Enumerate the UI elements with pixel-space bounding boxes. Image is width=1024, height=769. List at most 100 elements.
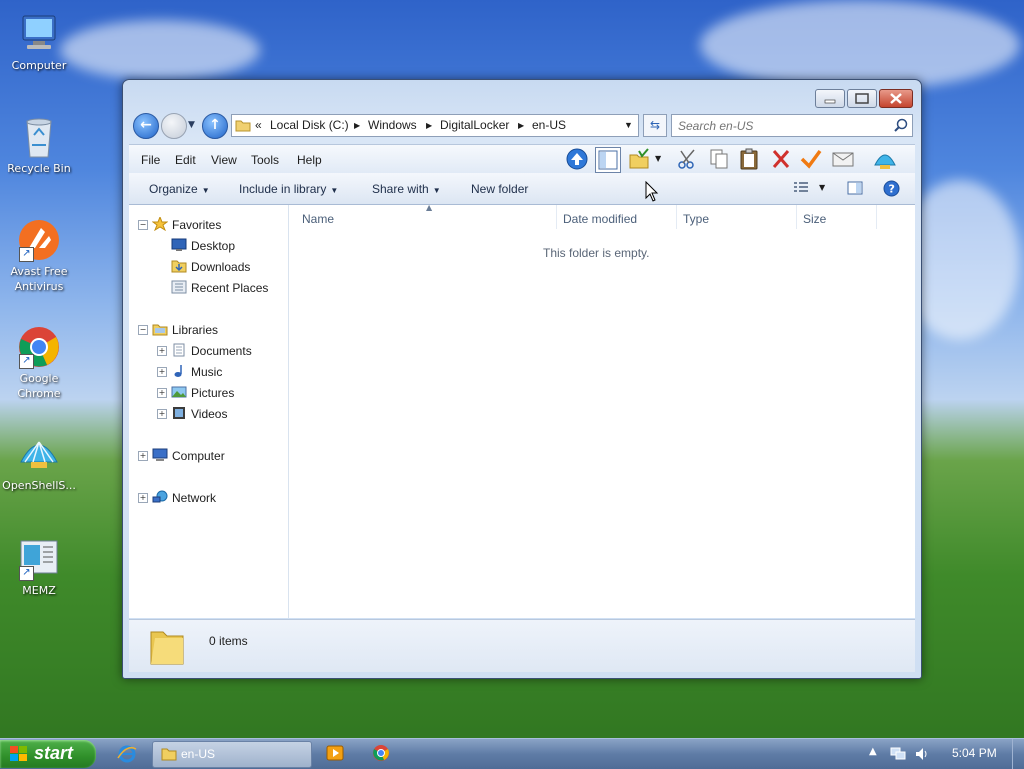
file-list[interactable]: ▲ Name Date modified Type Size This fold… — [289, 203, 915, 618]
nav-favorites[interactable]: Favorites — [152, 217, 221, 232]
desktop-icon-memz[interactable]: ↗ MEMZ — [1, 537, 77, 598]
paste-icon[interactable] — [737, 147, 761, 171]
internet-explorer-icon[interactable] — [117, 744, 137, 764]
column-divider[interactable] — [676, 205, 677, 229]
move-to-icon[interactable] — [627, 147, 651, 171]
show-desktop-button[interactable] — [1012, 739, 1024, 769]
nav-computer[interactable]: Computer — [152, 448, 225, 463]
nav-downloads[interactable]: Downloads — [171, 259, 250, 274]
include-in-library-button[interactable]: Include in library ▼ — [239, 182, 338, 196]
nav-network[interactable]: Network — [152, 490, 216, 505]
forward-button[interactable] — [161, 113, 187, 139]
media-player-icon[interactable] — [326, 744, 344, 762]
help-icon[interactable]: ? — [883, 180, 900, 197]
nav-libraries[interactable]: Libraries — [152, 322, 218, 337]
search-icon[interactable] — [894, 118, 908, 132]
folders-pane-icon[interactable] — [595, 147, 621, 173]
explorer-window[interactable]: ← ▼ ↑ « Local Disk (C:) ▶ Windows ▶ Digi… — [122, 79, 922, 679]
expand-icon[interactable]: + — [138, 493, 148, 503]
chrome-taskbar-icon[interactable] — [372, 744, 390, 762]
breadcrumb-chevron-icon[interactable]: ▶ — [518, 121, 524, 130]
chevron-down-icon: ▼ — [201, 186, 210, 195]
address-overflow[interactable]: « — [255, 118, 262, 132]
breadcrumb-local-disk[interactable]: Local Disk (C:) — [270, 118, 349, 132]
expand-icon[interactable]: + — [157, 346, 167, 356]
taskbar-button-label: en-US — [181, 747, 216, 761]
nav-desktop[interactable]: Desktop — [171, 238, 235, 253]
nav-documents[interactable]: Documents — [171, 343, 252, 358]
expand-icon[interactable]: + — [157, 367, 167, 377]
cut-icon[interactable] — [675, 147, 699, 171]
expand-icon[interactable]: + — [138, 451, 148, 461]
expand-icon[interactable]: + — [157, 409, 167, 419]
breadcrumb-chevron-icon[interactable]: ▶ — [426, 121, 432, 130]
expand-icon[interactable]: + — [157, 388, 167, 398]
properties-check-icon[interactable] — [799, 147, 823, 171]
column-header-type[interactable]: Type — [683, 212, 709, 226]
recent-pages-dropdown[interactable]: ▼ — [188, 120, 195, 130]
up-folder-icon[interactable] — [565, 147, 589, 171]
view-dropdown-icon[interactable]: ▼ — [819, 183, 825, 192]
downloads-folder-icon — [171, 260, 187, 273]
preview-pane-icon[interactable] — [847, 181, 863, 195]
column-header-size[interactable]: Size — [803, 212, 826, 226]
address-dropdown-icon[interactable]: ▼ — [624, 120, 633, 130]
column-header-name[interactable]: Name — [302, 212, 334, 226]
network-icon — [152, 490, 168, 503]
copy-icon[interactable] — [707, 147, 731, 171]
desktop-icon-chrome[interactable]: ↗ Google Chrome — [1, 325, 77, 401]
new-folder-button[interactable]: New folder — [471, 182, 528, 196]
navigation-pane[interactable]: − Favorites Desktop Downloads Recent Pla… — [129, 205, 289, 618]
desktop-icon-label: Computer — [11, 59, 67, 72]
menu-file[interactable]: File — [141, 153, 160, 167]
column-header-date-modified[interactable]: Date modified — [563, 212, 637, 226]
breadcrumb-en-us[interactable]: en-US — [532, 118, 566, 132]
column-divider[interactable] — [556, 205, 557, 229]
share-with-label: Share with — [372, 182, 429, 196]
desktop-icon-label: OpenShellS... — [2, 479, 76, 492]
address-bar[interactable]: « Local Disk (C:) ▶ Windows ▶ DigitalLoc… — [231, 114, 639, 137]
videos-icon — [173, 407, 185, 419]
start-button[interactable]: start — [0, 740, 96, 768]
taskbar-button-explorer[interactable]: en-US — [152, 741, 312, 768]
desktop-icon-avast[interactable]: ↗ Avast Free Antivirus — [1, 218, 77, 294]
organize-button[interactable]: Organize ▼ — [149, 182, 210, 196]
nav-pictures[interactable]: Pictures — [171, 385, 234, 400]
breadcrumb-chevron-icon[interactable]: ▶ — [354, 121, 360, 130]
menu-help[interactable]: Help — [297, 153, 322, 167]
move-dropdown-icon[interactable]: ▼ — [655, 154, 661, 163]
clock[interactable]: 5:04 PM — [952, 746, 997, 760]
search-input[interactable] — [676, 117, 890, 134]
breadcrumb-windows[interactable]: Windows — [368, 118, 417, 132]
close-button[interactable] — [879, 89, 913, 108]
minimize-button[interactable] — [815, 89, 845, 108]
desktop-icon-recycle-bin[interactable]: Recycle Bin — [1, 115, 77, 176]
maximize-button[interactable] — [847, 89, 877, 108]
volume-icon[interactable] — [914, 746, 930, 762]
nav-label: Pictures — [191, 386, 235, 400]
desktop-icon-openshell[interactable]: OpenShellS... — [1, 432, 77, 493]
menu-tools[interactable]: Tools — [251, 153, 279, 167]
desktop-icon-computer[interactable]: Computer — [1, 12, 77, 73]
collapse-icon[interactable]: − — [138, 325, 148, 335]
menu-view[interactable]: View — [211, 153, 237, 167]
nav-videos[interactable]: Videos — [171, 406, 227, 421]
breadcrumb-digitallocker[interactable]: DigitalLocker — [440, 118, 509, 132]
up-button[interactable]: ↑ — [202, 113, 228, 139]
back-button[interactable]: ← — [133, 113, 159, 139]
menu-edit[interactable]: Edit — [175, 153, 196, 167]
column-divider[interactable] — [876, 205, 877, 229]
column-divider[interactable] — [796, 205, 797, 229]
collapse-icon[interactable]: − — [138, 220, 148, 230]
openshell-toolbar-icon[interactable] — [873, 147, 897, 171]
nav-recent-places[interactable]: Recent Places — [171, 280, 268, 295]
search-box[interactable] — [671, 114, 913, 137]
share-with-button[interactable]: Share with ▼ — [372, 182, 441, 196]
nav-music[interactable]: Music — [171, 364, 222, 379]
show-hidden-icons-icon[interactable]: ▲ — [869, 746, 877, 757]
email-icon[interactable] — [831, 147, 855, 171]
view-options-icon[interactable] — [793, 181, 809, 195]
delete-icon[interactable] — [769, 147, 793, 171]
network-tray-icon[interactable] — [890, 747, 906, 761]
refresh-button[interactable]: ⇆ — [643, 114, 667, 137]
